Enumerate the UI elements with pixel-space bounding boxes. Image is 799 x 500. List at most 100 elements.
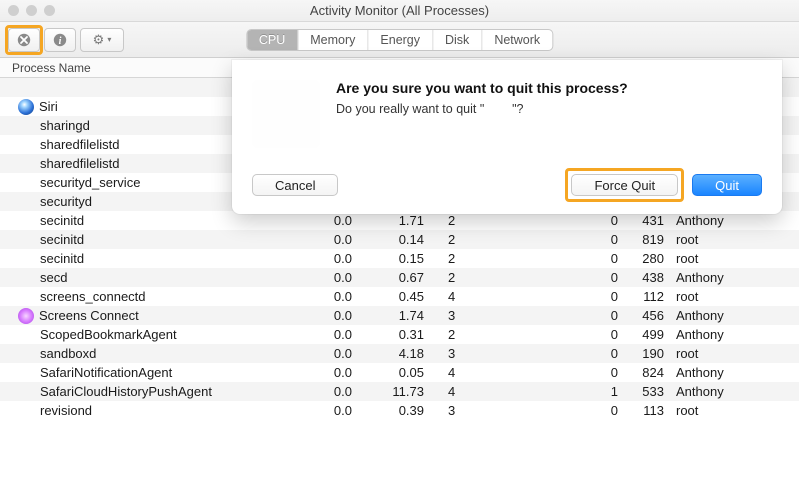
dialog-app-icon <box>252 80 320 148</box>
cancel-button[interactable]: Cancel <box>252 174 338 196</box>
stop-icon <box>16 32 32 48</box>
cell-c3: 3 <box>440 403 508 418</box>
cell-c1: 0.0 <box>300 346 368 361</box>
window-titlebar: Activity Monitor (All Processes) <box>0 0 799 22</box>
table-row[interactable]: sandboxd0.04.1830190root <box>0 344 799 363</box>
cell-c3: 2 <box>440 251 508 266</box>
cell-c1: 0.0 <box>300 403 368 418</box>
process-name: SafariCloudHistoryPushAgent <box>0 384 300 399</box>
tab-energy[interactable]: Energy <box>368 30 433 50</box>
cell-c4: 0 <box>578 213 618 228</box>
cell-c2: 0.39 <box>368 403 440 418</box>
cell-c5: 533 <box>618 384 670 399</box>
cell-user: root <box>670 403 799 418</box>
process-name: SafariNotificationAgent <box>0 365 300 380</box>
cell-c2: 0.67 <box>368 270 440 285</box>
process-name: revisiond <box>0 403 300 418</box>
cell-c5: 438 <box>618 270 670 285</box>
cell-c4: 0 <box>578 251 618 266</box>
table-row[interactable]: SafariNotificationAgent0.00.0540824Antho… <box>0 363 799 382</box>
table-row[interactable]: revisiond0.00.3930113root <box>0 401 799 420</box>
cell-c1: 0.0 <box>300 289 368 304</box>
cell-c1: 0.0 <box>300 213 368 228</box>
cell-c2: 4.18 <box>368 346 440 361</box>
process-name: sandboxd <box>0 346 300 361</box>
cell-c1: 0.0 <box>300 270 368 285</box>
process-name: secinitd <box>0 251 300 266</box>
process-name: Siri <box>39 99 58 114</box>
quit-button[interactable]: Quit <box>692 174 762 196</box>
cell-user: Anthony <box>670 308 799 323</box>
cell-c1: 0.0 <box>300 384 368 399</box>
minimize-window-icon[interactable] <box>26 5 37 16</box>
cell-c2: 0.14 <box>368 232 440 247</box>
process-name: Screens Connect <box>39 308 139 323</box>
zoom-window-icon[interactable] <box>44 5 55 16</box>
cell-c4: 0 <box>578 289 618 304</box>
cell-c4: 0 <box>578 365 618 380</box>
cell-c5: 499 <box>618 327 670 342</box>
table-row[interactable]: secinitd0.00.1420819root <box>0 230 799 249</box>
view-tabs: CPU Memory Energy Disk Network <box>246 29 553 51</box>
cell-user: root <box>670 232 799 247</box>
cell-user: Anthony <box>670 213 799 228</box>
cell-user: root <box>670 289 799 304</box>
cell-c4: 0 <box>578 270 618 285</box>
table-row[interactable]: ScopedBookmarkAgent0.00.3120499Anthony <box>0 325 799 344</box>
table-row[interactable]: secd0.00.672 0438Anthony <box>0 268 799 287</box>
window-title: Activity Monitor (All Processes) <box>0 3 799 18</box>
table-row[interactable]: SafariCloudHistoryPushAgent0.011.7341533… <box>0 382 799 401</box>
settings-menu-button[interactable]: ⚙ ▾ <box>80 28 124 52</box>
cell-c2: 0.15 <box>368 251 440 266</box>
cell-c2: 0.05 <box>368 365 440 380</box>
cell-c2: 1.71 <box>368 213 440 228</box>
cell-c3: 2 <box>440 213 508 228</box>
cell-user: Anthony <box>670 270 799 285</box>
cell-user: Anthony <box>670 384 799 399</box>
cell-user: root <box>670 346 799 361</box>
stop-process-button[interactable] <box>8 28 40 52</box>
inspect-process-button[interactable]: i <box>44 28 76 52</box>
cell-c5: 113 <box>618 403 670 418</box>
info-icon: i <box>52 32 68 48</box>
cell-c2: 0.45 <box>368 289 440 304</box>
app-icon <box>18 308 34 324</box>
cell-c5: 456 <box>618 308 670 323</box>
cell-user: Anthony <box>670 365 799 380</box>
cell-c5: 824 <box>618 365 670 380</box>
process-name: secinitd <box>0 232 300 247</box>
cell-user: Anthony <box>670 327 799 342</box>
table-row[interactable]: Screens Connect0.01.7430456Anthony <box>0 306 799 325</box>
process-name: secd <box>0 270 300 285</box>
cell-c5: 190 <box>618 346 670 361</box>
cell-c2: 1.74 <box>368 308 440 323</box>
force-quit-button[interactable]: Force Quit <box>571 174 678 196</box>
cell-c3: 3 <box>440 308 508 323</box>
table-row[interactable]: screens_connectd0.00.4540112root <box>0 287 799 306</box>
dialog-message: Do you really want to quit " "? <box>336 102 762 116</box>
cell-c4: 0 <box>578 327 618 342</box>
cell-c4: 0 <box>578 308 618 323</box>
app-icon <box>18 99 34 115</box>
column-header-name: Process Name <box>12 61 91 75</box>
cell-c3: 4 <box>440 365 508 380</box>
cell-c5: 431 <box>618 213 670 228</box>
process-name: secinitd <box>0 213 300 228</box>
cell-c3: 2 <box>440 232 508 247</box>
dialog-heading: Are you sure you want to quit this proce… <box>336 80 762 96</box>
cell-c1: 0.0 <box>300 327 368 342</box>
cell-c3: 2 <box>440 327 508 342</box>
cell-c3: 3 <box>440 346 508 361</box>
cell-c2: 11.73 <box>368 384 440 399</box>
tab-memory[interactable]: Memory <box>298 30 368 50</box>
cell-c3: 2 <box>440 270 508 285</box>
tab-cpu[interactable]: CPU <box>247 30 298 50</box>
cell-c3: 4 <box>440 384 508 399</box>
cell-c2: 0.31 <box>368 327 440 342</box>
tab-network[interactable]: Network <box>482 30 552 50</box>
cell-c5: 112 <box>618 289 670 304</box>
table-row[interactable]: secinitd0.00.1520280root <box>0 249 799 268</box>
close-window-icon[interactable] <box>8 5 19 16</box>
cell-c1: 0.0 <box>300 251 368 266</box>
tab-disk[interactable]: Disk <box>433 30 482 50</box>
